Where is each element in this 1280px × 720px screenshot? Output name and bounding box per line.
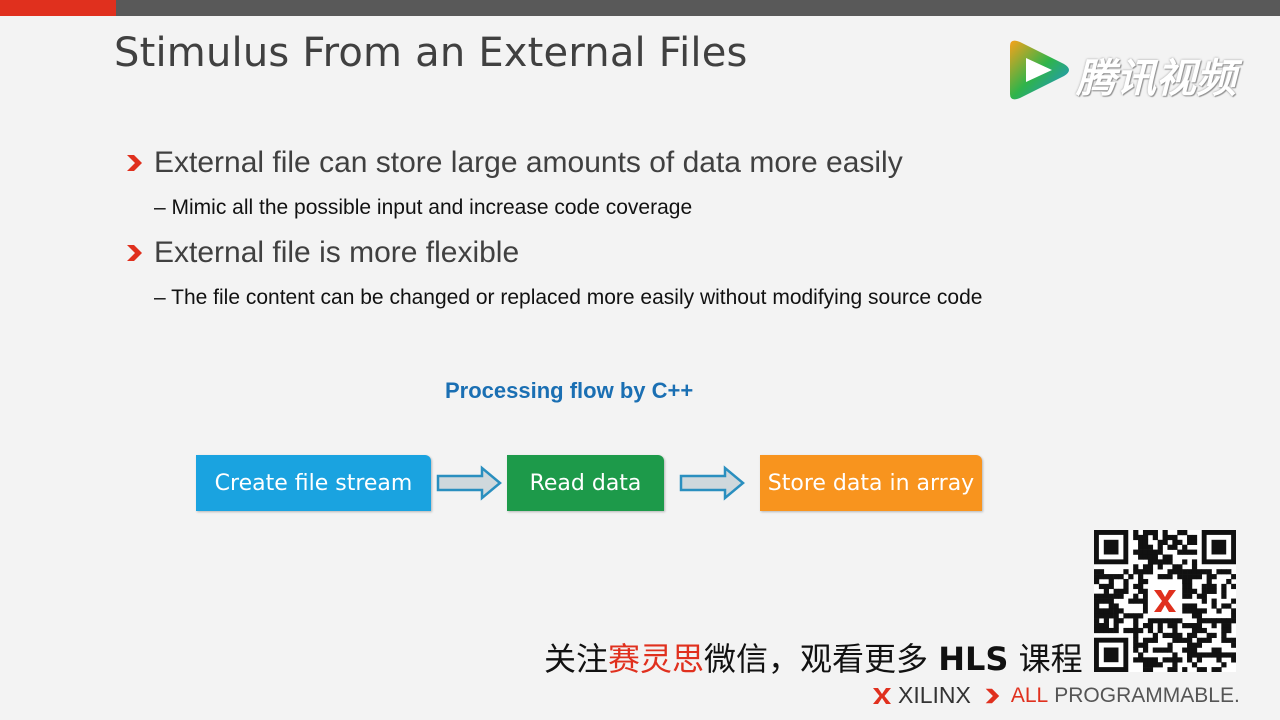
flow-title: Processing flow by C++ xyxy=(445,378,694,403)
top-bar-accent xyxy=(0,0,116,16)
flow-step-read-data: Read data xyxy=(507,455,664,511)
right-arrow-icon xyxy=(436,465,502,501)
promo-prefix: 关注 xyxy=(544,640,609,678)
promo-hls: HLS xyxy=(938,640,1009,678)
bullet-2: External file is more flexible xyxy=(124,236,519,270)
top-bar xyxy=(0,0,1280,16)
bullet-1: External file can store large amounts of… xyxy=(124,146,903,180)
right-arrow-icon xyxy=(679,465,745,501)
flow-step-store-data: Store data in array xyxy=(760,455,982,511)
xilinx-brand: XILINX xyxy=(898,682,971,708)
tagline-all: ALL xyxy=(1010,683,1049,707)
chevron-icon xyxy=(985,688,1000,703)
promo-highlight: 赛灵思 xyxy=(608,640,705,678)
xilinx-logo-icon xyxy=(873,687,891,704)
bullet-2-subtext: – The file content can be changed or rep… xyxy=(154,286,983,309)
tagline-programmable: PROGRAMMABLE. xyxy=(1054,683,1240,707)
chevron-bullet-icon xyxy=(127,245,142,261)
slide-title: Stimulus From an External Files xyxy=(114,30,748,76)
tencent-video-watermark: 腾讯视频 xyxy=(1004,36,1244,106)
promo-suffix: 课程 xyxy=(1008,640,1083,678)
promo-middle: 微信，观看更多 xyxy=(704,640,939,678)
watermark-text: 腾讯视频 xyxy=(1076,56,1236,102)
bullet-2-text: External file is more flexible xyxy=(154,236,520,269)
bullet-1-subtext: – Mimic all the possible input and incre… xyxy=(154,196,693,219)
bullet-1-text: External file can store large amounts of… xyxy=(154,146,903,179)
qr-code-image xyxy=(1094,530,1237,673)
flow-step-create-file-stream: Create file stream xyxy=(196,455,431,511)
qr-code xyxy=(1094,530,1237,673)
footer-brand: XILINX ALL PROGRAMMABLE. xyxy=(872,682,1240,709)
chevron-bullet-icon xyxy=(127,155,142,171)
wechat-promo-text: 关注赛灵思微信，观看更多 HLS 课程 xyxy=(544,634,1083,680)
